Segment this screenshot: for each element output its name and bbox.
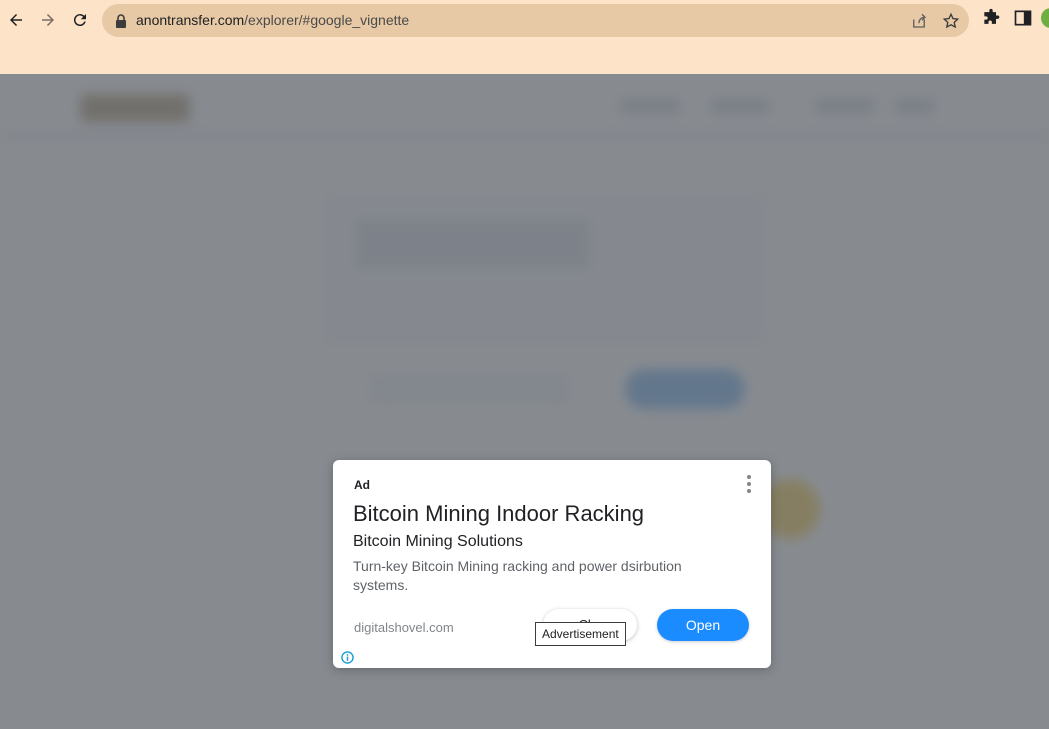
more-options-icon[interactable] <box>745 475 753 495</box>
ad-domain: digitalshovel.com <box>354 620 454 635</box>
url-text: anontransfer.com/explorer/#google_vignet… <box>136 12 409 28</box>
ad-card[interactable]: Ad Bitcoin Mining Indoor Racking Bitcoin… <box>333 460 771 668</box>
ad-title[interactable]: Bitcoin Mining Indoor Racking <box>353 501 644 527</box>
profile-avatar[interactable] <box>1041 8 1049 28</box>
browser-toolbar: anontransfer.com/explorer/#google_vignet… <box>0 0 1049 74</box>
ad-label: Ad <box>354 478 370 492</box>
star-icon[interactable] <box>942 12 960 30</box>
ad-description: Turn-key Bitcoin Mining racking and powe… <box>353 558 682 593</box>
ad-subtitle: Bitcoin Mining Solutions <box>353 533 523 550</box>
side-panel-icon[interactable] <box>1013 8 1033 28</box>
puzzle-icon[interactable] <box>981 8 1001 28</box>
open-button[interactable]: Open <box>657 609 749 641</box>
address-bar[interactable]: anontransfer.com/explorer/#google_vignet… <box>102 4 969 37</box>
reload-icon <box>73 14 86 27</box>
reload-button[interactable] <box>66 6 94 34</box>
back-button[interactable] <box>2 6 30 34</box>
forward-button[interactable] <box>34 6 62 34</box>
info-icon[interactable] <box>341 651 354 664</box>
url-domain: anontransfer.com <box>136 12 245 28</box>
lock-icon <box>116 14 126 28</box>
back-icon <box>10 14 22 26</box>
url-path: /explorer/#google_vignette <box>244 12 410 28</box>
forward-icon <box>42 14 54 26</box>
share-icon[interactable] <box>910 12 928 30</box>
advertisement-tooltip: Advertisement <box>535 622 626 646</box>
